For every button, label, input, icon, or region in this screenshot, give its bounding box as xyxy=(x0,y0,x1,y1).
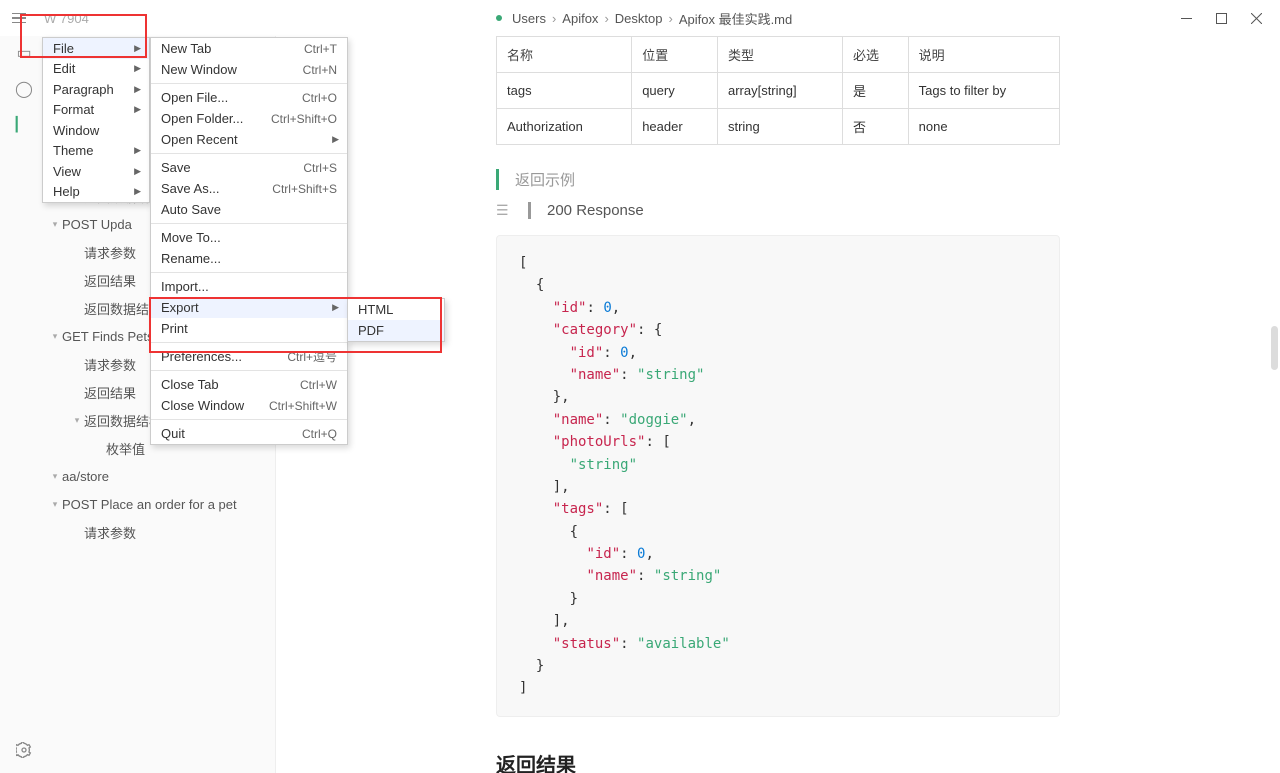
table-header: 位置 xyxy=(632,37,718,73)
menu-item[interactable]: New WindowCtrl+N xyxy=(151,59,347,80)
tree-item[interactable]: 请求参数 xyxy=(48,518,275,546)
menu-item[interactable]: Export▶ xyxy=(151,297,347,318)
menu-item[interactable]: Window xyxy=(43,120,149,141)
menu-item[interactable]: New TabCtrl+T xyxy=(151,38,347,59)
hamburger-menu-icon[interactable] xyxy=(12,6,36,30)
table-header: 说明 xyxy=(908,37,1059,73)
menu-item[interactable]: Open Folder...Ctrl+Shift+O xyxy=(151,108,347,129)
chevron-right-icon: ▶ xyxy=(332,302,339,313)
files-icon[interactable]: ▭ xyxy=(15,44,33,62)
scrollbar-thumb[interactable] xyxy=(1271,326,1278,370)
list-icon[interactable]: ☰ xyxy=(496,202,512,219)
menu-item[interactable]: Save As...Ctrl+Shift+S xyxy=(151,178,347,199)
code-block: [ { "id": 0, "category": { "id": 0, "nam… xyxy=(496,235,1060,717)
menu-item[interactable]: Help▶ xyxy=(43,182,149,203)
tree-item[interactable]: ▾aa/store xyxy=(48,462,275,490)
tree-item[interactable]: ▾POST Place an order for a pet xyxy=(48,490,275,518)
menu-item[interactable]: Auto Save xyxy=(151,199,347,220)
menu-item[interactable]: Preferences...Ctrl+逗号 xyxy=(151,346,347,367)
breadcrumb-segment[interactable]: Desktop xyxy=(615,11,663,26)
breadcrumb-segment[interactable]: Apifox xyxy=(562,11,598,26)
file-submenu[interactable]: New TabCtrl+TNew WindowCtrl+N Open File..… xyxy=(150,37,348,445)
menu-item[interactable]: Import... xyxy=(151,276,347,297)
chevron-right-icon: ▶ xyxy=(134,84,141,95)
breadcrumb-segment[interactable]: Users xyxy=(512,11,546,26)
content: 名称位置类型必选说明tagsqueryarray[string]是Tags to… xyxy=(276,36,1280,773)
chevron-right-icon: ▶ xyxy=(332,134,339,145)
menu-item[interactable]: PDF xyxy=(348,320,444,341)
example-heading: 返回示例 xyxy=(496,169,1060,190)
menu-item[interactable]: Open File...Ctrl+O xyxy=(151,87,347,108)
activity-rail: ▭ ◯ ⎸ xyxy=(0,36,48,773)
main-area: Users›Apifox›Desktop›Apifox 最佳实践.md 名称位置… xyxy=(276,0,1280,773)
menu-item[interactable]: Close TabCtrl+W xyxy=(151,374,347,395)
window-title: W 7904 xyxy=(44,11,89,26)
menu-item[interactable]: Print xyxy=(151,318,347,339)
response-label: 200 Response xyxy=(528,202,644,219)
menu-item[interactable]: Move To... xyxy=(151,227,347,248)
table-row: tagsqueryarray[string]是Tags to filter by xyxy=(497,73,1060,109)
chevron-right-icon: ▶ xyxy=(134,186,141,197)
menu-item[interactable]: View▶ xyxy=(43,161,149,182)
table-header: 名称 xyxy=(497,37,632,73)
menu-item[interactable]: QuitCtrl+Q xyxy=(151,423,347,444)
table-row: Authorizationheaderstring否none xyxy=(497,109,1060,145)
menu-item[interactable]: SaveCtrl+S xyxy=(151,157,347,178)
params-table: 名称位置类型必选说明tagsqueryarray[string]是Tags to… xyxy=(496,36,1060,145)
search-icon[interactable]: ◯ xyxy=(15,80,33,98)
main-menu-popup[interactable]: File▶Edit▶Paragraph▶Format▶WindowTheme▶V… xyxy=(42,37,150,203)
chevron-right-icon: ▶ xyxy=(134,63,141,74)
menu-item[interactable]: Theme▶ xyxy=(43,141,149,162)
menu-item[interactable]: Paragraph▶ xyxy=(43,79,149,100)
table-header: 必选 xyxy=(843,37,909,73)
menu-item[interactable]: Close WindowCtrl+Shift+W xyxy=(151,395,347,416)
export-submenu[interactable]: HTMLPDF xyxy=(347,298,445,342)
table-header: 类型 xyxy=(717,37,842,73)
breadcrumb[interactable]: Users›Apifox›Desktop›Apifox 最佳实践.md xyxy=(276,0,1280,36)
breadcrumb-segment[interactable]: Apifox 最佳实践.md xyxy=(679,9,792,28)
outline-icon[interactable]: ⎸ xyxy=(15,116,33,134)
menu-item[interactable]: HTML xyxy=(348,299,444,320)
chevron-right-icon: ▶ xyxy=(134,43,141,54)
menu-item[interactable]: Open Recent▶ xyxy=(151,129,347,150)
chevron-right-icon: ▶ xyxy=(134,145,141,156)
menu-item[interactable]: File▶ xyxy=(43,38,149,59)
settings-gear-icon[interactable] xyxy=(15,741,33,759)
chevron-right-icon: ▶ xyxy=(134,166,141,177)
menu-item[interactable]: Rename... xyxy=(151,248,347,269)
result-heading: 返回结果 xyxy=(496,749,1060,773)
chevron-right-icon: ▶ xyxy=(134,104,141,115)
menu-item[interactable]: Format▶ xyxy=(43,100,149,121)
menu-item[interactable]: Edit▶ xyxy=(43,59,149,80)
